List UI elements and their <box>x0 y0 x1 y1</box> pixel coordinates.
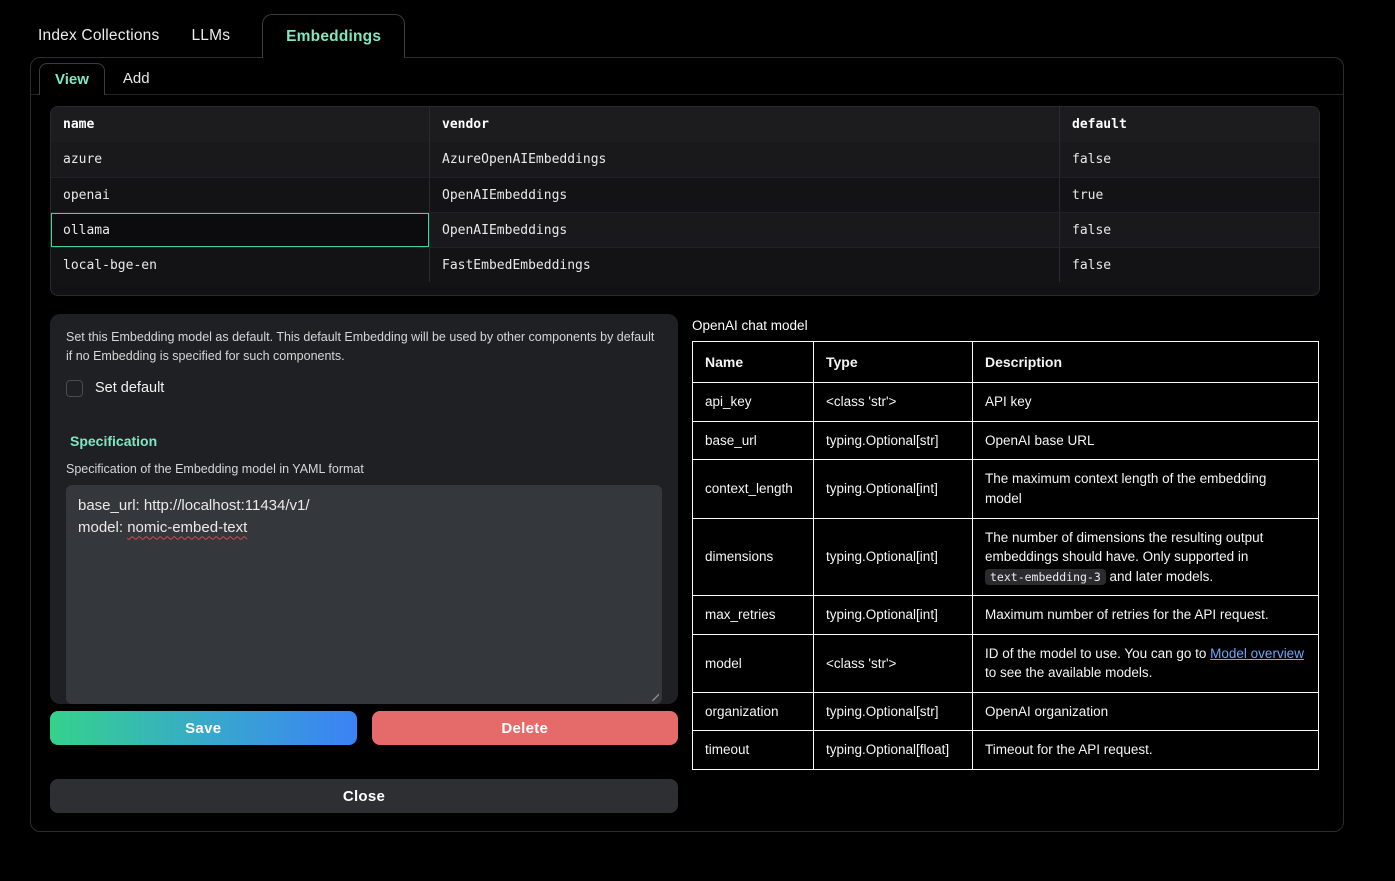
model-doc-column: OpenAI chat model NameTypeDescription ap… <box>692 318 1320 770</box>
detail-column: Set this Embedding model as default. Thi… <box>50 314 678 813</box>
set-default-checkbox[interactable] <box>66 380 83 397</box>
doc-row-model: model<class 'str'>ID of the model to use… <box>693 634 1319 692</box>
tab-llms[interactable]: LLMs <box>175 14 246 58</box>
set-default-label: Set default <box>95 380 164 396</box>
cell-vendor[interactable]: FastEmbedEmbeddings <box>429 248 1059 282</box>
doc-cell-description: The number of dimensions the resulting o… <box>973 518 1319 596</box>
set-default-description: Set this Embedding model as default. Thi… <box>66 328 662 367</box>
doc-column-type: Type <box>814 342 973 383</box>
table-row-local-bge-en[interactable]: local-bge-enFastEmbedEmbeddingsfalse <box>51 247 1319 282</box>
code-chip: text-embedding-3 <box>985 569 1106 585</box>
doc-cell-description: OpenAI organization <box>973 692 1319 731</box>
doc-cell-name: organization <box>693 692 814 731</box>
cell-vendor[interactable]: OpenAIEmbeddings <box>429 213 1059 247</box>
doc-cell-type: typing.Optional[int] <box>814 518 973 596</box>
cell-name[interactable]: azure <box>51 142 429 177</box>
sub-tabs: ViewAdd <box>31 58 1343 95</box>
doc-column-name: Name <box>693 342 814 383</box>
yaml-editor[interactable]: base_url: http://localhost:11434/v1/ mod… <box>66 485 662 704</box>
doc-cell-name: max_retries <box>693 596 814 635</box>
specification-subtitle: Specification of the Embedding model in … <box>66 462 662 476</box>
doc-row-base_url: base_urltyping.Optional[str]OpenAI base … <box>693 421 1319 460</box>
doc-cell-type: <class 'str'> <box>814 634 973 692</box>
model-overview-link[interactable]: Model overview <box>1210 646 1304 661</box>
doc-row-organization: organizationtyping.Optional[str]OpenAI o… <box>693 692 1319 731</box>
set-default-checkbox-row[interactable]: Set default <box>66 380 662 397</box>
delete-button[interactable]: Delete <box>372 711 679 745</box>
embeddings-table: namevendordefault azureAzureOpenAIEmbedd… <box>50 106 1320 296</box>
close-button[interactable]: Close <box>50 779 678 813</box>
cell-default[interactable]: false <box>1059 213 1319 247</box>
resize-grip-icon[interactable] <box>648 690 659 701</box>
cell-vendor[interactable]: AzureOpenAIEmbeddings <box>429 142 1059 177</box>
doc-cell-description: API key <box>973 383 1319 422</box>
cell-vendor[interactable]: OpenAIEmbeddings <box>429 178 1059 212</box>
cell-name[interactable]: ollama <box>51 213 429 247</box>
doc-cell-type: typing.Optional[int] <box>814 596 973 635</box>
yaml-line-1: base_url: http://localhost:11434/v1/ <box>78 495 650 518</box>
table-row-ollama[interactable]: ollamaOpenAIEmbeddingsfalse <box>51 212 1319 247</box>
doc-cell-description: OpenAI base URL <box>973 421 1319 460</box>
doc-row-api_key: api_key<class 'str'>API key <box>693 383 1319 422</box>
cell-default[interactable]: false <box>1059 248 1319 282</box>
model-doc-header: NameTypeDescription <box>693 342 1319 383</box>
cell-default[interactable]: false <box>1059 142 1319 177</box>
doc-cell-type: typing.Optional[str] <box>814 692 973 731</box>
default-and-spec-panel: Set this Embedding model as default. Thi… <box>50 314 678 704</box>
embeddings-panel: ViewAdd namevendordefault azureAzureOpen… <box>30 57 1344 832</box>
yaml-model-value: nomic-embed-text <box>127 519 247 536</box>
doc-cell-name: base_url <box>693 421 814 460</box>
table-row-openai[interactable]: openaiOpenAIEmbeddingstrue <box>51 177 1319 212</box>
doc-cell-type: typing.Optional[int] <box>814 460 973 518</box>
action-buttons: Save Delete <box>50 711 678 745</box>
doc-row-max_retries: max_retriestyping.Optional[int]Maximum n… <box>693 596 1319 635</box>
embeddings-table-body: azureAzureOpenAIEmbeddingsfalseopenaiOpe… <box>51 142 1319 282</box>
main-tabs: Index CollectionsLLMs Embeddings <box>30 14 405 58</box>
column-header-vendor: vendor <box>429 107 1059 142</box>
cell-name[interactable]: openai <box>51 178 429 212</box>
embeddings-table-header: namevendordefault <box>51 107 1319 142</box>
doc-cell-name: context_length <box>693 460 814 518</box>
doc-cell-description: The maximum context length of the embedd… <box>973 460 1319 518</box>
save-button[interactable]: Save <box>50 711 357 745</box>
doc-cell-name: api_key <box>693 383 814 422</box>
doc-cell-type: typing.Optional[str] <box>814 421 973 460</box>
table-row-azure[interactable]: azureAzureOpenAIEmbeddingsfalse <box>51 142 1319 177</box>
doc-cell-description: ID of the model to use. You can go to Mo… <box>973 634 1319 692</box>
doc-column-description: Description <box>973 342 1319 383</box>
doc-cell-description: Maximum number of retries for the API re… <box>973 596 1319 635</box>
tab-index-collections[interactable]: Index Collections <box>30 14 175 58</box>
tab-embeddings[interactable]: Embeddings <box>262 14 405 58</box>
doc-cell-name: timeout <box>693 731 814 770</box>
subtab-add[interactable]: Add <box>105 63 168 94</box>
cell-default[interactable]: true <box>1059 178 1319 212</box>
doc-cell-type: typing.Optional[float] <box>814 731 973 770</box>
doc-row-dimensions: dimensionstyping.Optional[int]The number… <box>693 518 1319 596</box>
doc-row-context_length: context_lengthtyping.Optional[int]The ma… <box>693 460 1319 518</box>
doc-cell-type: <class 'str'> <box>814 383 973 422</box>
doc-cell-description: Timeout for the API request. <box>973 731 1319 770</box>
cell-name[interactable]: local-bge-en <box>51 248 429 282</box>
model-doc-table: NameTypeDescription api_key<class 'str'>… <box>692 341 1319 770</box>
subtab-view[interactable]: View <box>39 63 105 95</box>
model-doc-body: api_key<class 'str'>API keybase_urltypin… <box>693 383 1319 770</box>
column-header-name: name <box>51 107 429 142</box>
doc-row-timeout: timeouttyping.Optional[float]Timeout for… <box>693 731 1319 770</box>
specification-heading: Specification <box>66 433 662 449</box>
model-doc-title: OpenAI chat model <box>692 318 1320 333</box>
yaml-line-2: model: nomic-embed-text <box>78 517 650 540</box>
doc-cell-name: dimensions <box>693 518 814 596</box>
column-header-default: default <box>1059 107 1319 142</box>
doc-cell-name: model <box>693 634 814 692</box>
